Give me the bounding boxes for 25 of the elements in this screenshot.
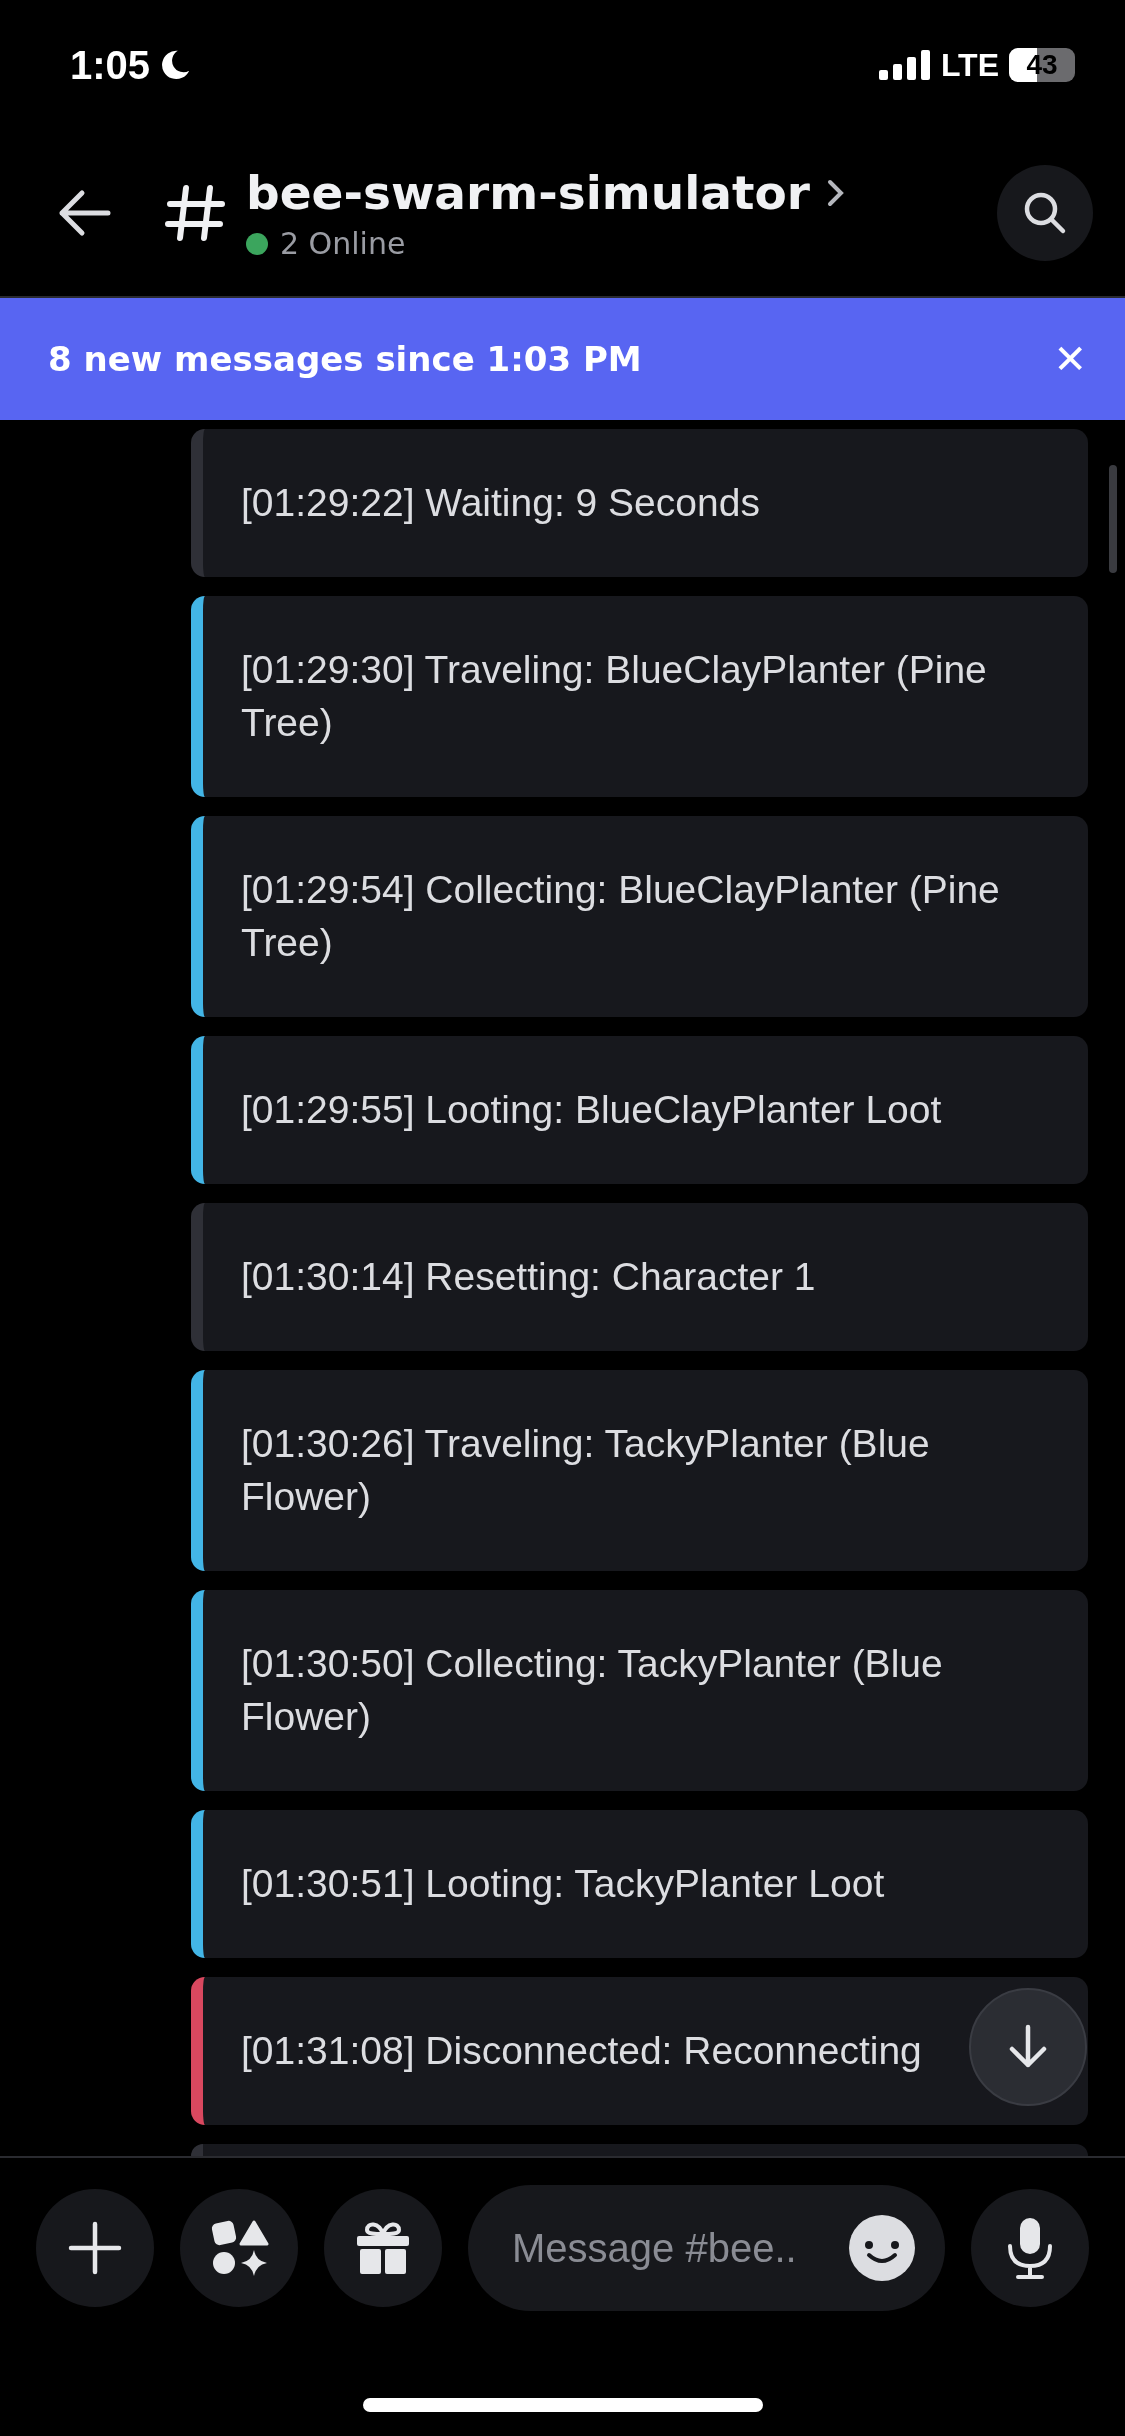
message-text: [01:29:30] Traveling: BlueClayPlanter (Pine Tree) <box>241 647 988 746</box>
message-input[interactable]: Message #bee.. <box>510 2224 839 2272</box>
online-count: 2 Online <box>280 226 406 261</box>
message-text: [01:29:54] Collecting: BlueClayPlanter (Pine Tree) <box>241 867 1001 966</box>
new-messages-banner[interactable]: 8 new messages since 1:03 PM ✕ <box>0 298 1125 420</box>
status-time: 1:05 <box>70 42 151 88</box>
hash-icon <box>164 182 226 244</box>
emoji-icon[interactable] <box>849 2215 915 2281</box>
chevron-right-icon[interactable] <box>825 177 846 208</box>
channel-name[interactable]: bee-swarm-simulator <box>246 165 810 220</box>
message-text: [01:31:08] Disconnected: Reconnecting <box>241 2028 922 2074</box>
online-dot <box>246 232 268 255</box>
signal-icon <box>878 50 931 80</box>
message-text: [01:29:22] Waiting: 9 Seconds <box>241 480 760 526</box>
close-button[interactable]: ✕ <box>1053 336 1087 382</box>
message-text: [01:30:26] Traveling: TackyPlanter (Blue Flower) <box>241 1421 931 1520</box>
message-field[interactable]: Message #bee.. <box>468 2185 945 2311</box>
plus-icon[interactable] <box>67 2220 123 2276</box>
message-text: [01:29:55] Looting: BlueClayPlanter Loot <box>241 1087 942 1133</box>
scrollbar[interactable] <box>1109 465 1117 573</box>
message-text: [01:30:50] Collecting: TackyPlanter (Blue Flower) <box>241 1641 944 1740</box>
banner-text: 8 new messages since 1:03 PM <box>48 339 642 379</box>
message-text: [01:30:51] Looting: TackyPlanter Loot <box>241 1861 885 1907</box>
message-text: [01:30:14] Resetting: Character 1 <box>241 1254 816 1300</box>
network-label: LTE <box>940 46 999 84</box>
